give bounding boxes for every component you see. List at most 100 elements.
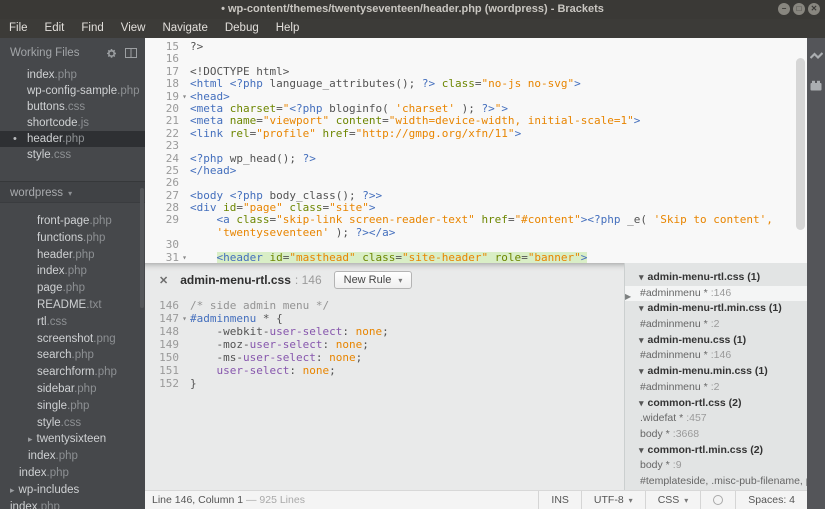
extension-manager-icon[interactable] [810,78,822,96]
tree-file-header[interactable]: header.php [0,247,145,264]
tree-file-index[interactable]: index.php [0,263,145,280]
live-preview-icon[interactable] [809,49,823,67]
rule-item[interactable]: body *:3668 [625,427,807,443]
tree-file-page[interactable]: page.php [0,280,145,297]
file-name: index [27,69,55,81]
right-toolbar [807,38,825,509]
token: = [276,102,283,115]
menu-file[interactable]: File [9,19,28,38]
tree-file-index[interactable]: index.php [0,448,145,465]
token: #adminmenu [190,312,257,325]
token: "profile" [256,127,316,140]
close-icon[interactable]: ✕ [159,274,168,287]
encoding-select[interactable]: UTF-8 ▾ [580,490,645,509]
lint-status-icon [713,495,724,505]
rules-file-group[interactable]: ▾ admin-menu.css (1) [625,333,807,349]
close-window-icon[interactable]: ✕ [808,3,820,15]
disclosure-triangle-icon: ▾ [639,444,644,455]
fold-arrow-icon[interactable]: ▾ [179,252,190,263]
tree-file-README[interactable]: README.txt [0,297,145,314]
menu-view[interactable]: View [121,19,146,38]
tree-file-search[interactable]: search.php [0,347,145,364]
file-name: index [10,500,38,509]
code-text: <head> [190,91,807,103]
working-file-wp-config-sample[interactable]: wp-config-sample.php [0,83,145,99]
rule-selector: #adminmenu * [640,380,708,393]
tree-file-index[interactable]: index.php [0,465,145,482]
token: = [395,251,402,263]
maximize-icon[interactable]: □ [793,3,805,15]
rules-file-group[interactable]: ▾ common-rtl.css (2) [625,396,807,412]
rule-item[interactable]: #adminmenu *:146 [625,348,807,364]
file-name: wp-config-sample [27,85,118,97]
rule-selector: #adminmenu * [640,286,708,299]
menu-edit[interactable]: Edit [45,19,65,38]
minimize-icon[interactable]: − [778,3,790,15]
project-dropdown[interactable]: wordpress ▾ [0,181,145,203]
working-file-style[interactable]: style.css [0,147,145,163]
token: ; [355,351,363,364]
menu-find[interactable]: Find [81,19,103,38]
rules-file-group[interactable]: ▾ admin-menu-rtl.min.css (1) [625,301,807,317]
rule-item[interactable]: #adminmenu *:2 [625,317,807,333]
overwrite-toggle[interactable]: INS [538,490,581,509]
menu-debug[interactable]: Debug [225,19,259,38]
tree-file-functions[interactable]: functions.php [0,230,145,247]
code-text: <html <?php language_attributes(); ?> cl… [190,78,807,90]
lint-status-icon[interactable] [700,490,735,509]
tree-file-sidebar[interactable]: sidebar.php [0,381,145,398]
fold-arrow-icon[interactable]: ▾ [179,91,190,103]
rules-file-group[interactable]: ▾ admin-menu-rtl.css (1) [625,270,807,286]
token: "width=device-width, initial-scale=1" [388,115,634,128]
file-ext: .php [46,466,69,479]
indent-settings[interactable]: Spaces: 4 [735,490,807,509]
token: none [355,325,383,338]
tree-file-single[interactable]: single.php [0,398,145,415]
quick-edit-filename[interactable]: admin-menu-rtl.css [180,273,291,287]
working-file-index[interactable]: index.php [0,67,145,83]
working-file-shortcode[interactable]: shortcode.js [0,115,145,131]
file-name: search [37,349,72,362]
menu-help[interactable]: Help [276,19,300,38]
rule-item[interactable]: body *:9 [625,458,807,474]
chevron-down-icon: ▾ [628,495,633,505]
tree-file-style[interactable]: style.css [0,415,145,432]
rule-item[interactable]: #templateside, .misc-pub-filename, pre, … [625,474,807,490]
rules-file-group[interactable]: ▾ admin-menu.min.css (1) [625,364,807,380]
menu-navigate[interactable]: Navigate [162,19,207,38]
code-editor[interactable]: 15 ?> 16 17 <!DOCTYPE html> 18 <html <?php lan… [145,38,807,263]
window-title: • wp-content/themes/twentyseventeen/head… [221,3,604,15]
tree-file-rtl[interactable]: rtl.css [0,314,145,331]
line-number: 150 [159,351,179,364]
editor-scrollbar[interactable] [796,58,805,230]
fold-arrow-icon[interactable]: ▾ [179,312,190,325]
tree-file-searchform[interactable]: searchform.php [0,364,145,381]
rule-item[interactable]: ▶ #adminmenu *:146 [625,285,807,302]
gear-icon[interactable] [106,48,117,59]
token: 'charset' [395,102,455,115]
line-number: 29 [165,213,179,227]
working-file-buttons[interactable]: buttons.css [0,99,145,115]
split-view-icon[interactable] [125,48,137,58]
rule-item[interactable]: #adminmenu *:2 [625,380,807,396]
tree-file-index[interactable]: index.php [0,499,145,509]
rule-line-number: :2 [710,380,720,393]
gutter-space [179,325,190,338]
tree-file-front-page[interactable]: front-page.php [0,213,145,230]
language-select[interactable]: CSS ▾ [644,490,701,509]
working-file-header[interactable]: • header.php [0,131,145,147]
file-ext: .css [60,416,82,429]
code-text: <div id="page" class="site"> [190,202,807,214]
tree-folder-wp-includes[interactable]: ▸ wp-includes [0,482,145,499]
rule-item[interactable]: .widefat *:457 [625,411,807,427]
line-number: 16 [165,52,179,66]
code-line: 31 ▾ <header id="masthead" class="site-he… [145,251,807,263]
title-bar[interactable]: • wp-content/themes/twentyseventeen/head… [0,0,825,19]
rules-file-group[interactable]: ▾ common-rtl.min.css (2) [625,443,807,459]
new-rule-button[interactable]: New Rule ▾ [333,271,413,289]
line-number: 23 [165,139,179,153]
code-text: <body <?php body_class(); ?>> [190,190,807,202]
sidebar-scrollbar[interactable] [140,188,144,308]
tree-file-screenshot[interactable]: screenshot.png [0,331,145,348]
tree-folder-twentysixteen[interactable]: ▸ twentysixteen [0,431,145,448]
